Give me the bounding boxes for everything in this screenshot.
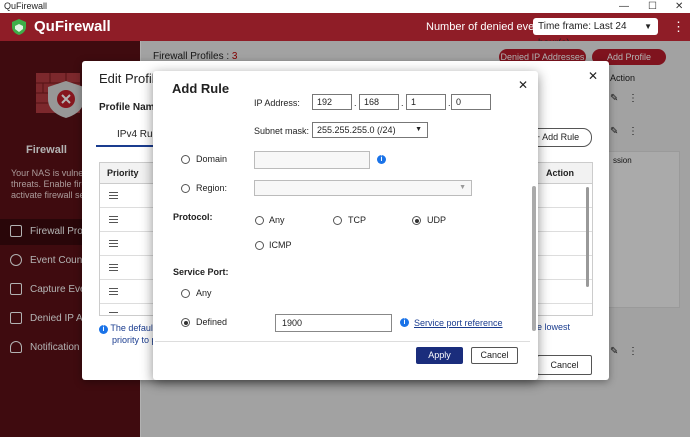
scrollbar[interactable] — [532, 186, 536, 331]
port-any-label: Any — [196, 288, 212, 298]
dialog-title: Add Rule — [172, 81, 230, 96]
more-options-icon[interactable]: ⋮ — [672, 19, 685, 35]
maximize-button[interactable]: ☐ — [648, 0, 657, 13]
protocol-any-label: Any — [269, 215, 285, 225]
subnet-mask-value: 255.255.255.0 (/24) — [317, 125, 396, 135]
active-tab-indicator — [96, 145, 156, 147]
protocol-icmp-radio[interactable] — [255, 241, 264, 250]
service-port-input[interactable]: 1900 — [275, 314, 392, 332]
ip-octet-2-input[interactable]: 168 — [359, 94, 399, 110]
region-label: Region: — [196, 183, 228, 193]
chevron-down-icon: ▼ — [459, 184, 466, 191]
port-defined-radio[interactable] — [181, 318, 190, 327]
ip-separator: . — [401, 98, 404, 108]
drag-handle-icon[interactable] — [109, 288, 118, 295]
ip-separator: . — [354, 98, 357, 108]
info-icon: i — [99, 325, 108, 334]
window-title-bar: QuFirewall — ☐ ✕ — [0, 0, 690, 14]
service-port-reference-link[interactable]: Service port reference — [414, 318, 503, 328]
domain-input[interactable] — [254, 151, 370, 169]
domain-radio[interactable] — [181, 155, 190, 164]
protocol-udp-label: UDP — [427, 215, 447, 225]
protocol-icmp-label: ICMP — [269, 240, 292, 250]
info-icon[interactable]: i — [377, 155, 386, 164]
divider — [155, 341, 530, 342]
qufirewall-logo-icon — [12, 19, 26, 35]
chevron-down-icon: ▼ — [415, 126, 422, 133]
ip-octet-1-input[interactable]: 192 — [312, 94, 352, 110]
profile-name-label: Profile Name — [99, 102, 161, 113]
cancel-button[interactable]: Cancel — [471, 347, 518, 364]
ip-octet-3-input[interactable]: 1 — [406, 94, 446, 110]
window-title: QuFirewall — [4, 1, 48, 11]
info-icon[interactable]: i — [400, 318, 409, 327]
protocol-any-radio[interactable] — [255, 216, 264, 225]
add-rule-dialog: Add Rule ✕ IP Address: 192 . 168 . 1 . 0… — [153, 71, 538, 380]
action-column-header: Action — [546, 168, 574, 178]
scrollbar[interactable] — [586, 187, 589, 287]
region-radio[interactable] — [181, 184, 190, 193]
close-icon[interactable]: ✕ — [518, 78, 528, 92]
region-select[interactable]: ▼ — [254, 180, 472, 196]
port-any-radio[interactable] — [181, 289, 190, 298]
domain-label: Domain — [196, 154, 228, 164]
drag-handle-icon[interactable] — [109, 312, 118, 314]
drag-handle-icon[interactable] — [109, 264, 118, 271]
app-name: QuFirewall — [34, 18, 111, 35]
port-defined-label: Defined — [196, 317, 228, 327]
drag-handle-icon[interactable] — [109, 216, 118, 223]
apply-button[interactable]: Apply — [416, 347, 463, 364]
note-text: The defaul — [110, 323, 153, 333]
app-header: QuFirewall Number of denied events:0 Tim… — [0, 13, 690, 49]
service-port-label: Service Port: — [173, 267, 229, 277]
cancel-button[interactable]: Cancel — [537, 355, 592, 375]
subnet-mask-label: Subnet mask: — [254, 126, 310, 136]
protocol-udp-radio[interactable] — [412, 216, 421, 225]
add-rule-label: Add Rule — [542, 132, 580, 142]
protocol-tcp-label: TCP — [348, 215, 366, 225]
chevron-down-icon: ▼ — [644, 22, 652, 31]
priority-column-header: Priority — [107, 168, 139, 178]
drag-handle-icon[interactable] — [109, 192, 118, 199]
window-close-button[interactable]: ✕ — [675, 0, 683, 13]
drag-handle-icon[interactable] — [109, 240, 118, 247]
subnet-mask-select[interactable]: 255.255.255.0 (/24) ▼ — [312, 122, 428, 138]
protocol-label: Protocol: — [173, 212, 213, 222]
close-icon[interactable]: ✕ — [588, 69, 598, 83]
ip-octet-4-input[interactable]: 0 — [451, 94, 491, 110]
minimize-button[interactable]: — — [619, 0, 629, 13]
note-text-line2: priority to p — [112, 335, 157, 345]
time-frame-select[interactable]: Time frame: Last 24 hour(s) ▼ — [533, 18, 658, 49]
ip-address-label: IP Address: — [254, 98, 300, 108]
protocol-tcp-radio[interactable] — [333, 216, 342, 225]
